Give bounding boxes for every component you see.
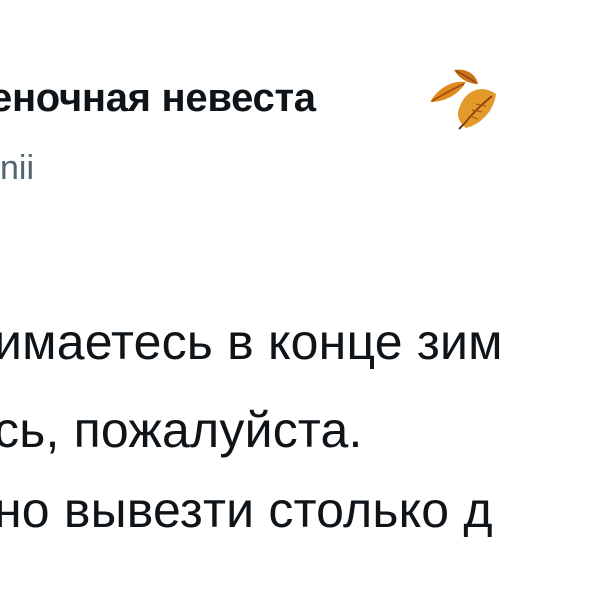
tweet-text-line: но вывезти столько д xyxy=(0,482,493,538)
tweet-text-line: имаетесь в конце зим xyxy=(0,314,503,370)
tweet-text-line: сь, пожалуйста. xyxy=(0,402,363,458)
fallen-leaf-icon xyxy=(430,69,496,130)
author-handle[interactable]: nii xyxy=(0,146,34,190)
author-display-name[interactable]: еночная невеста xyxy=(0,70,316,126)
tweet-screenshot: еночная невеста nii имаетесь в конце зим… xyxy=(0,0,600,600)
